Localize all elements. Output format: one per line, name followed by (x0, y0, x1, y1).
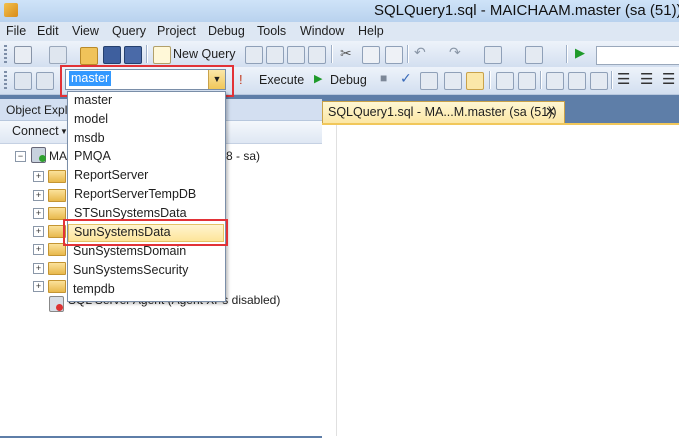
cut-icon[interactable]: ✂ (340, 45, 352, 62)
debug-button[interactable]: Debug (330, 73, 367, 87)
client-statistics-icon[interactable] (518, 72, 536, 90)
redo-icon[interactable]: ↷ (449, 44, 461, 61)
title-bar: SQLQuery1.sql - MAICHAAM.master (sa (51)… (0, 0, 679, 22)
folder-icon (48, 262, 66, 275)
menu-tools[interactable]: Tools (257, 24, 286, 38)
tab-sqlquery1[interactable]: SQLQuery1.sql - MA...M.master (sa (51)) … (322, 101, 565, 124)
folder-icon (48, 280, 66, 293)
new-project-icon[interactable] (14, 46, 32, 64)
expand-icon[interactable]: + (33, 171, 44, 182)
indent-icon[interactable]: ☰ (662, 70, 675, 88)
folder-icon (48, 189, 66, 202)
expand-icon[interactable]: + (33, 244, 44, 255)
execute-button[interactable]: Execute (259, 73, 304, 87)
database-option[interactable]: ReportServerTempDB (74, 187, 196, 201)
solution-config-combo[interactable] (596, 46, 679, 65)
connect-button[interactable]: Connect (12, 124, 59, 138)
server-node[interactable]: MA (49, 149, 67, 167)
standard-toolbar: New Query ✂ ↶ ↷ ▶ (0, 41, 679, 68)
database-option[interactable]: STSunSystemsData (74, 206, 187, 220)
expand-icon[interactable]: + (33, 263, 44, 274)
app-icon (4, 3, 18, 17)
close-icon[interactable]: ✕ (545, 104, 556, 120)
database-option[interactable]: msdb (74, 131, 105, 145)
copy-icon[interactable] (362, 46, 380, 64)
expand-icon[interactable]: + (33, 226, 44, 237)
xmla-query-icon[interactable] (308, 46, 326, 64)
open-folder-icon[interactable] (80, 47, 98, 65)
disconnect-icon[interactable] (36, 72, 54, 90)
save-icon[interactable] (103, 46, 121, 64)
server-node-suffix: 8 - sa) (226, 149, 261, 163)
menu-help[interactable]: Help (358, 24, 384, 38)
comment-icon[interactable]: ☰ (617, 70, 630, 88)
results-to-grid-icon[interactable] (568, 72, 586, 90)
object-explorer-title: Object Expl (6, 103, 68, 117)
database-option[interactable]: master (74, 93, 112, 107)
display-plan-icon[interactable] (420, 72, 438, 90)
include-plan-icon[interactable] (496, 72, 514, 90)
execute-icon[interactable]: ! (239, 72, 243, 87)
menu-file[interactable]: File (6, 24, 26, 38)
window-title: SQLQuery1.sql - MAICHAAM.master (sa (51)… (374, 2, 679, 19)
uncomment-icon[interactable]: ☰ (640, 70, 653, 88)
navigate-forward-icon[interactable] (525, 46, 543, 64)
connect-icon[interactable] (14, 72, 32, 90)
add-item-icon[interactable] (49, 46, 67, 64)
navigate-backward-icon[interactable] (484, 46, 502, 64)
toolbar-grip[interactable] (4, 45, 7, 63)
menu-debug[interactable]: Debug (208, 24, 245, 38)
undo-icon[interactable]: ↶ (414, 44, 426, 61)
expand-icon[interactable]: + (33, 190, 44, 201)
database-option[interactable]: tempdb (73, 282, 115, 296)
save-all-icon[interactable] (124, 46, 142, 64)
menu-view[interactable]: View (72, 24, 99, 38)
expand-icon[interactable]: + (33, 281, 44, 292)
query-editor[interactable] (322, 123, 679, 438)
editor-margin (322, 125, 337, 436)
debug-icon[interactable]: ▶ (314, 72, 322, 85)
expand-icon[interactable]: + (33, 208, 44, 219)
dmx-query-icon[interactable] (287, 46, 305, 64)
menu-bar: File Edit View Query Project Debug Tools… (0, 22, 679, 41)
analysis-query-icon[interactable] (266, 46, 284, 64)
start-debugging-icon[interactable]: ▶ (575, 45, 585, 61)
query-options-icon[interactable] (444, 72, 462, 90)
tab-label: SQLQuery1.sql - MA...M.master (sa (51)) (328, 105, 557, 119)
menu-edit[interactable]: Edit (37, 24, 59, 38)
agent-stopped-icon (56, 304, 63, 311)
new-query-icon[interactable] (153, 46, 171, 64)
new-query-button[interactable]: New Query (173, 47, 236, 61)
menu-query[interactable]: Query (112, 24, 146, 38)
parse-icon[interactable]: ✓ (400, 70, 412, 87)
database-option[interactable]: PMQA (74, 149, 111, 163)
toolbar-grip[interactable] (4, 71, 7, 89)
database-option[interactable]: SunSystemsDomain (73, 244, 186, 258)
folder-icon (48, 170, 66, 183)
database-option[interactable]: model (74, 112, 108, 126)
menu-project[interactable]: Project (157, 24, 196, 38)
database-option[interactable]: SunSystemsSecurity (73, 263, 188, 277)
results-to-file-icon[interactable] (590, 72, 608, 90)
highlight-box-option (63, 219, 228, 246)
collapse-icon[interactable]: − (15, 151, 26, 162)
database-option[interactable]: ReportServer (74, 168, 148, 182)
server-running-icon (39, 155, 46, 162)
menu-window[interactable]: Window (300, 24, 344, 38)
intellisense-icon[interactable] (466, 72, 484, 90)
results-to-text-icon[interactable] (546, 72, 564, 90)
paste-icon[interactable] (385, 46, 403, 64)
cancel-query-icon[interactable]: ■ (380, 71, 387, 85)
database-engine-query-icon[interactable] (245, 46, 263, 64)
